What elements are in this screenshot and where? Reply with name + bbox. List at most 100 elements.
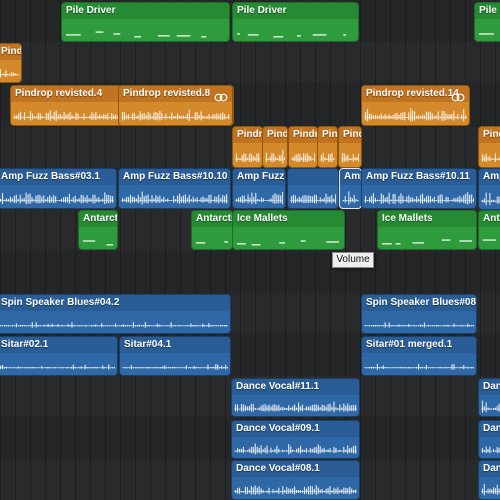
waveform (342, 186, 359, 206)
waveform (235, 144, 260, 165)
region-name: Pindro (289, 127, 317, 143)
waveform (121, 186, 228, 206)
midi-notes (194, 228, 230, 247)
waveform (481, 478, 500, 497)
waveform (0, 354, 115, 373)
waveform (265, 144, 285, 165)
region-audio[interactable]: Amp Fuzz (232, 168, 286, 209)
region-name: Antarctic (192, 211, 232, 227)
midi-notes (477, 20, 500, 39)
midi-notes (380, 228, 474, 247)
region-name: Sitar#04.1 (120, 337, 230, 353)
waveform (290, 186, 336, 206)
waveform (0, 61, 19, 80)
region-name: Dance (479, 461, 500, 477)
region-audio[interactable]: Pindro (262, 126, 288, 168)
volume-tooltip: Volume (332, 252, 374, 268)
region-name: Spin Speaker Blues#04.2 (0, 295, 230, 311)
region-name: Dance Vocal#11.1 (232, 379, 359, 395)
region-midi[interactable]: Pile Driver (61, 2, 230, 42)
region-name: Amp Fuzz Bass#10.10 (119, 169, 230, 185)
region-midi[interactable]: Antarctic (78, 210, 118, 250)
region-audio[interactable]: Amp Fuzz Bass#10.11 (361, 168, 477, 209)
region-audio[interactable]: Amp (339, 168, 362, 209)
region-name: Amp Fuzz (233, 169, 285, 185)
region-name: Pindro (479, 127, 500, 143)
region-audio[interactable]: Pindro (338, 126, 362, 168)
region-audio[interactable]: Pindro (288, 126, 318, 168)
region-name: Ice Mallets (378, 211, 476, 227)
region-name: Pile Driver (62, 3, 229, 19)
region-name: Pindro (263, 127, 287, 143)
region-audio[interactable]: Pindro (478, 126, 500, 168)
region-audio[interactable]: Sitar#04.1 (119, 336, 231, 376)
waveform (364, 312, 474, 331)
region-audio[interactable]: Amp Fuzz Bass#10.10 (118, 168, 231, 209)
midi-notes (481, 228, 500, 247)
region-name (288, 169, 338, 185)
waveform (234, 478, 357, 497)
region-audio[interactable]: Spin Speaker Blues#08.1 (361, 294, 477, 334)
region-name: Dance Vocal#09.1 (232, 421, 359, 437)
waveform (234, 396, 357, 414)
midi-notes (64, 20, 227, 39)
region-audio[interactable]: Sitar#01 merged.1 (361, 336, 477, 376)
region-midi[interactable]: Ant (478, 210, 500, 250)
region-name: Pindro (339, 127, 361, 143)
waveform (122, 354, 228, 373)
region-name: Amp Fuzz Bass#10.11 (362, 169, 476, 185)
region-audio[interactable]: Sitar#02.1 (0, 336, 118, 376)
region-audio[interactable]: Dance (478, 420, 500, 459)
region-name: Dance Vocal#08.1 (232, 461, 359, 477)
region-audio[interactable]: Pindro (232, 126, 263, 168)
region-audio[interactable]: Amp (478, 168, 500, 210)
region-midi[interactable]: Pile Driver (232, 2, 359, 42)
region-name: Amp (479, 169, 500, 185)
waveform (234, 438, 357, 456)
region-audio[interactable]: Pindro (317, 126, 338, 168)
waveform (0, 186, 114, 206)
waveform (0, 312, 228, 331)
region-name: Sitar#02.1 (0, 337, 117, 353)
loop-icon (451, 89, 465, 102)
region-name: Pindrop (0, 44, 21, 60)
waveform (341, 144, 359, 165)
midi-notes (235, 228, 342, 247)
track-lane[interactable] (0, 42, 500, 82)
region-name: Pile Driver (233, 3, 358, 19)
region-name: Pile Driver (475, 3, 500, 19)
region-name: Dance (479, 421, 500, 437)
loop-icon (214, 89, 228, 102)
region-audio[interactable]: Pindrop (0, 43, 22, 83)
region-name: Ice Mallets (233, 211, 344, 227)
region-audio[interactable] (287, 168, 339, 209)
region-name: Spin Speaker Blues#08.1 (362, 295, 476, 311)
waveform (364, 354, 474, 373)
region-midi[interactable]: Pile Driver (474, 2, 500, 42)
region-audio[interactable]: Dance (478, 460, 500, 500)
midi-notes (81, 228, 115, 247)
waveform (481, 144, 500, 165)
region-midi[interactable]: Ice Mallets (232, 210, 345, 250)
region-name: Amp (340, 169, 361, 185)
region-audio[interactable]: Pindrop revisted.8 (118, 85, 233, 126)
track-lane[interactable] (0, 252, 500, 292)
tracks-area[interactable]: Pile DriverPile DriverPile DriverPindrop… (0, 0, 500, 500)
region-audio[interactable]: Dance (478, 378, 500, 417)
region-audio[interactable]: Dance Vocal#08.1 (231, 460, 360, 500)
midi-notes (235, 20, 356, 39)
region-audio[interactable]: Spin Speaker Blues#04.2 (0, 294, 231, 334)
region-audio[interactable]: Pindrop revisted.14 (361, 85, 470, 126)
region-audio[interactable]: Amp Fuzz Bass#03.1 (0, 168, 117, 209)
region-name: Dance (479, 379, 500, 395)
waveform (481, 396, 500, 414)
waveform (364, 186, 474, 206)
region-name: Amp Fuzz Bass#03.1 (0, 169, 116, 185)
waveform (481, 186, 500, 207)
region-midi[interactable]: Antarctic (191, 210, 233, 250)
region-audio[interactable]: Dance Vocal#09.1 (231, 420, 360, 459)
region-name: Pindro (318, 127, 337, 143)
waveform (364, 103, 467, 123)
region-audio[interactable]: Dance Vocal#11.1 (231, 378, 360, 417)
region-midi[interactable]: Ice Mallets (377, 210, 477, 250)
